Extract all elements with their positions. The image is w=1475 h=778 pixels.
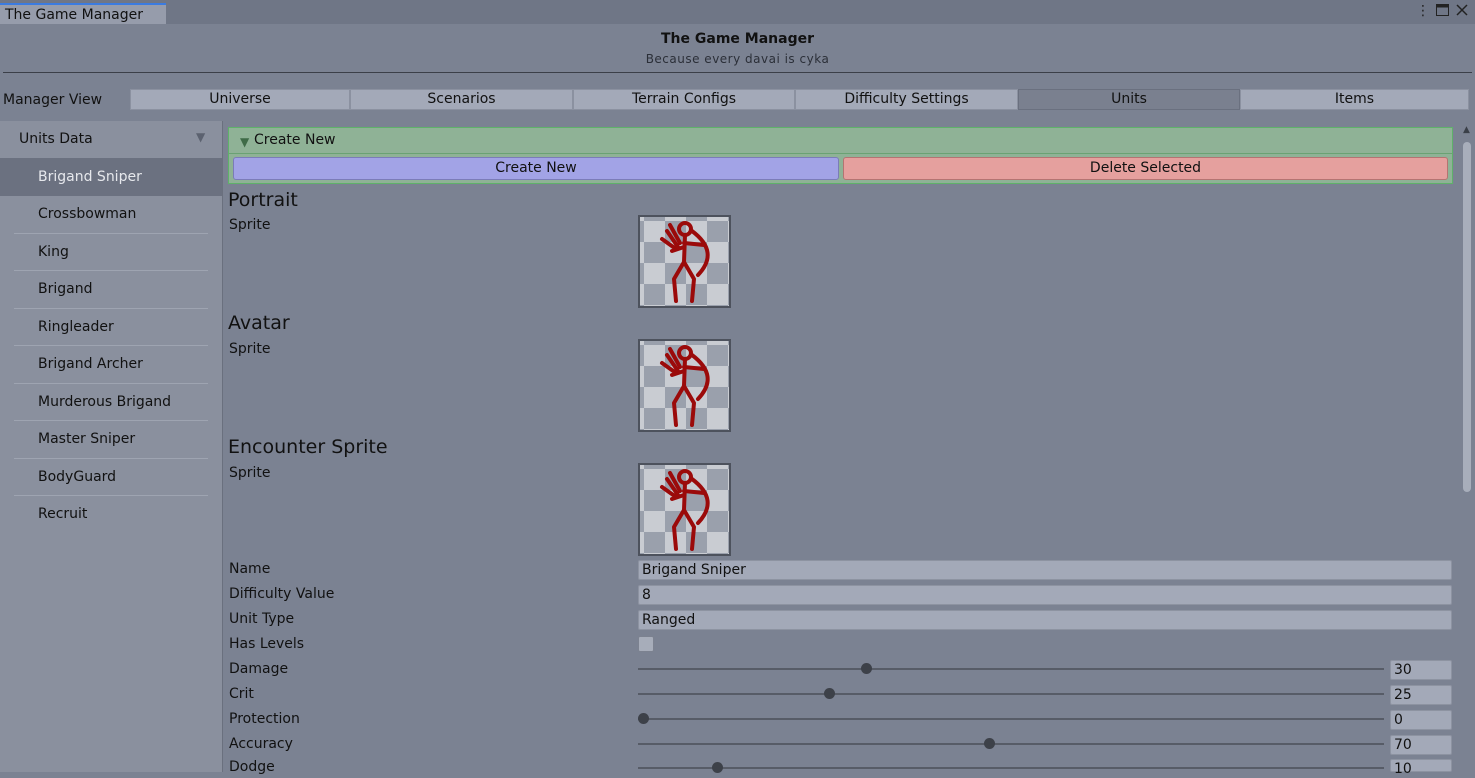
sidebar-item-recruit[interactable]: Recruit [38,506,87,522]
create-new-button[interactable]: Create New [233,157,839,180]
sidebar-divider [14,345,208,346]
crit-label: Crit [229,686,254,702]
difficulty-value-label: Difficulty Value [229,586,335,602]
encounter-sprite-field[interactable] [638,463,731,556]
unit-type-label: Unit Type [229,611,295,627]
avatar-section-title: Avatar [228,312,290,334]
foldout-arrow-icon[interactable]: ▼ [240,135,249,149]
sidebar-divider [14,308,208,309]
accuracy-slider-thumb[interactable] [984,738,996,749]
damage-slider-track[interactable] [638,668,1384,670]
create-new-foldout-label[interactable]: Create New [254,132,336,148]
sidebar-item-ringleader[interactable]: Ringleader [38,319,114,335]
sidebar-item-king[interactable]: King [38,244,69,260]
difficulty-value-field[interactable]: 8 [638,585,1452,605]
manager-view-label: Manager View [3,92,103,108]
dodge-slider-track[interactable] [638,767,1384,769]
dodge-label: Dodge [229,759,275,775]
accuracy-slider-track[interactable] [638,743,1384,745]
window-tab[interactable]: The Game Manager [0,3,166,24]
tab-units[interactable]: Units [1018,89,1240,110]
sidebar-item-murderous-brigand[interactable]: Murderous Brigand [38,394,171,410]
has-levels-checkbox[interactable] [638,636,654,652]
tab-items[interactable]: Items [1240,89,1469,110]
protection-value-field[interactable]: 0 [1390,710,1452,730]
sidebar-item-master-sniper[interactable]: Master Sniper [38,431,135,447]
crit-slider-thumb[interactable] [824,688,835,699]
sidebar-divider [14,383,208,384]
name-label: Name [229,561,271,577]
portrait-section-title: Portrait [228,189,298,211]
portrait-sprite-field[interactable] [638,215,731,308]
damage-label: Damage [229,661,289,677]
delete-selected-button[interactable]: Delete Selected [843,157,1448,180]
sidebar-item-crossbowman[interactable]: Crossbowman [38,206,136,222]
sidebar-divider [14,270,208,271]
avatar-sprite-field[interactable] [638,339,731,432]
avatar-sprite-label: Sprite [229,341,271,357]
archer-sprite-icon [660,469,710,551]
page-title: The Game Manager [661,31,814,47]
tab-terrain-configs[interactable]: Terrain Configs [573,89,795,110]
close-icon[interactable] [1456,4,1468,20]
has-levels-label: Has Levels [229,636,305,652]
sidebar-divider [14,420,208,421]
maximize-icon[interactable] [1436,4,1449,20]
create-panel-divider [229,153,1452,154]
tab-universe[interactable]: Universe [130,89,350,110]
unit-type-dropdown[interactable]: Ranged [638,610,1452,630]
accuracy-value-field[interactable]: 70 [1390,735,1452,755]
more-vert-icon[interactable]: ⋮ [1416,3,1430,19]
sidebar-header[interactable]: Units Data [19,131,93,147]
page-subtitle: Because every davai is cyka [645,52,830,66]
encounter-sprite-label: Sprite [229,465,271,481]
crit-value-field[interactable]: 25 [1390,685,1452,705]
protection-slider-thumb[interactable] [637,713,649,724]
sidebar-divider [14,233,208,234]
dodge-value-field[interactable]: 10 [1390,759,1452,777]
crit-slider-track[interactable] [638,693,1384,695]
accuracy-label: Accuracy [229,736,293,752]
protection-slider-track[interactable] [638,718,1384,720]
damage-slider-thumb[interactable] [861,663,873,674]
header-divider [3,72,1472,73]
protection-label: Protection [229,711,300,727]
sidebar-divider [14,458,208,459]
tab-difficulty-settings[interactable]: Difficulty Settings [795,89,1018,110]
dodge-slider-thumb[interactable] [712,762,724,773]
dropdown-arrow-icon[interactable]: ▼ [196,130,205,144]
sidebar-item-brigand[interactable]: Brigand [38,281,92,297]
sidebar-item-brigand-archer[interactable]: Brigand Archer [38,356,143,372]
scrollbar-thumb[interactable] [1463,142,1471,492]
archer-sprite-icon [660,221,710,303]
sidebar-divider [14,495,208,496]
window-tab-strip [0,0,1475,24]
tab-scenarios[interactable]: Scenarios [350,89,573,110]
encounter-section-title: Encounter Sprite [228,436,388,458]
scroll-up-arrow-icon[interactable]: ▲ [1463,125,1470,135]
sidebar-item-brigand-sniper[interactable]: Brigand Sniper [38,169,142,185]
window-tab-title: The Game Manager [5,7,143,23]
sidebar-item-bodyguard[interactable]: BodyGuard [38,469,116,485]
name-field[interactable]: Brigand Sniper [638,560,1452,580]
damage-value-field[interactable]: 30 [1390,660,1452,680]
portrait-sprite-label: Sprite [229,217,271,233]
archer-sprite-icon [660,345,710,427]
